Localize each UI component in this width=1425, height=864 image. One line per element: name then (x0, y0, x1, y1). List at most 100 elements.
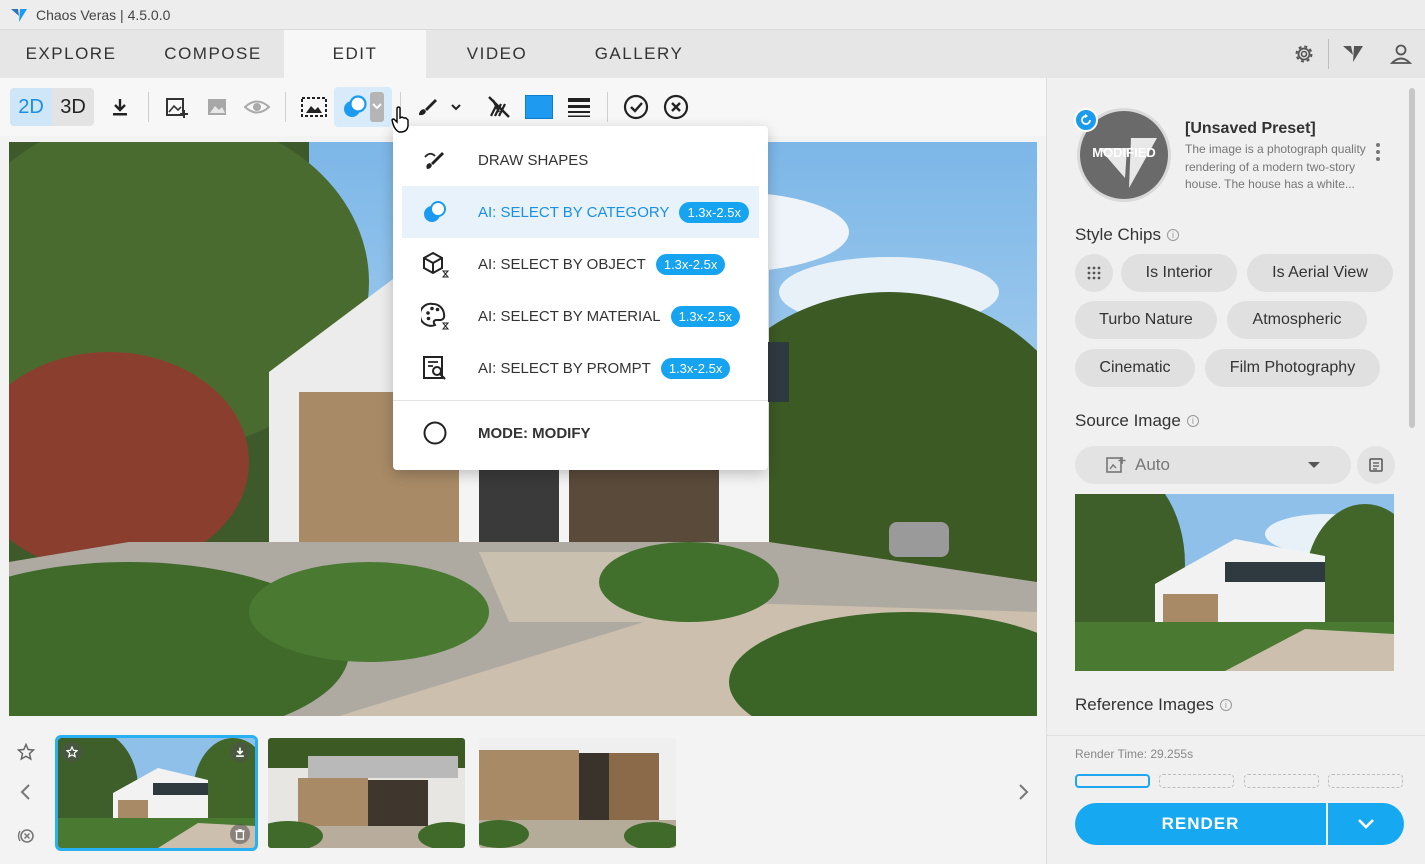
tab-gallery[interactable]: GALLERY (568, 30, 710, 78)
chips-grid-button[interactable] (1075, 254, 1113, 292)
download-button[interactable] (100, 87, 140, 127)
trash-icon (235, 829, 245, 840)
render-slot-3[interactable] (1244, 774, 1319, 788)
chevron-right-icon (1019, 784, 1029, 800)
user-icon (1390, 44, 1412, 64)
history-thumbnail-1[interactable] (55, 735, 258, 851)
eye-icon (244, 100, 270, 114)
select-region-button[interactable] (294, 87, 334, 127)
ai-select-category-icon (344, 95, 367, 117)
cancel-button[interactable] (656, 87, 696, 127)
stroke-width-button[interactable] (559, 87, 599, 127)
menu-item-mode-modify[interactable]: MODE: MODIFY (393, 407, 768, 459)
select-region-icon (301, 97, 327, 117)
previous-button[interactable] (14, 780, 38, 804)
cost-badge: 1.3x-2.5x (660, 357, 731, 379)
apply-button[interactable] (616, 87, 656, 127)
thumb-star-button[interactable] (62, 742, 82, 762)
title-bar: Chaos Veras | 4.5.0.0 (0, 0, 1425, 30)
add-image-icon (166, 98, 188, 118)
render-slot-1[interactable] (1075, 774, 1150, 788)
preset-refresh-button[interactable] (1074, 108, 1098, 132)
thumbnail-image (58, 738, 255, 848)
ai-select-dropdown: DRAW SHAPES AI: SELECT BY CATEGORY 1.3x-… (393, 126, 768, 470)
color-picker-button[interactable] (519, 87, 559, 127)
clear-brush-button[interactable] (479, 87, 519, 127)
chip-turbo-nature[interactable]: Turbo Nature (1075, 301, 1217, 339)
circle-icon (421, 419, 449, 447)
source-image-heading: Source Image i (1075, 411, 1199, 431)
mouse-cursor-icon (391, 106, 409, 133)
line-weight-icon (568, 98, 590, 117)
render-slot-4[interactable] (1328, 774, 1403, 788)
info-icon[interactable]: i (1166, 229, 1179, 241)
refresh-icon (1081, 113, 1091, 125)
image-button[interactable] (197, 87, 237, 127)
clear-history-button[interactable] (14, 824, 38, 848)
thumb-download-button[interactable] (230, 742, 250, 762)
download-icon (236, 747, 244, 757)
mode-label: MODE: MODIFY (478, 424, 591, 442)
chevron-down-icon[interactable] (370, 92, 384, 122)
thumbnail-image (268, 738, 465, 848)
thumb-delete-button[interactable] (230, 824, 250, 844)
menu-item-label: DRAW SHAPES (478, 151, 589, 169)
color-swatch (525, 95, 553, 119)
chevron-left-icon (20, 784, 30, 800)
menu-item-select-by-category[interactable]: AI: SELECT BY CATEGORY 1.3x-2.5x (402, 186, 759, 238)
menu-item-label: AI: SELECT BY MATERIAL (478, 307, 661, 325)
history-thumbnail-2[interactable] (268, 738, 465, 848)
menu-item-select-by-material[interactable]: AI: SELECT BY MATERIAL 1.3x-2.5x (393, 290, 768, 342)
render-options-button[interactable] (1328, 803, 1404, 845)
next-button[interactable] (1011, 780, 1035, 804)
gear-icon (1295, 45, 1313, 63)
favorite-button[interactable] (14, 740, 38, 764)
history-thumbnail-3[interactable] (479, 738, 676, 848)
ai-select-tool-button[interactable] (334, 87, 392, 127)
toolbar-divider (607, 92, 608, 122)
mode-2d-button[interactable]: 2D (10, 88, 52, 126)
brush-tool-button[interactable] (409, 87, 469, 127)
download-icon (113, 99, 127, 116)
visibility-button[interactable] (237, 87, 277, 127)
source-preview-image (1075, 494, 1394, 671)
toolbar-divider (148, 92, 149, 122)
account-button[interactable] (1377, 30, 1425, 78)
chip-cinematic[interactable]: Cinematic (1075, 349, 1195, 387)
settings-button[interactable] (1280, 30, 1328, 78)
veras-logo-icon (11, 8, 27, 22)
grid-icon (1087, 266, 1101, 280)
chip-film-photography[interactable]: Film Photography (1205, 349, 1380, 387)
add-image-icon (1106, 457, 1126, 473)
render-button[interactable]: RENDER (1075, 803, 1326, 845)
chevron-down-icon (451, 104, 461, 111)
tab-video[interactable]: VIDEO (426, 30, 568, 78)
style-chips-heading: Style Chips i (1075, 225, 1179, 245)
source-image-preview[interactable] (1075, 494, 1394, 671)
render-slot-2[interactable] (1159, 774, 1234, 788)
chip-is-aerial-view[interactable]: Is Aerial View (1247, 254, 1393, 292)
info-icon[interactable]: i (1219, 699, 1232, 711)
source-image-options-button[interactable] (1357, 446, 1395, 484)
veras-logo-icon (1343, 46, 1363, 62)
menu-item-select-by-prompt[interactable]: AI: SELECT BY PROMPT 1.3x-2.5x (393, 342, 768, 394)
mode-3d-button[interactable]: 3D (52, 88, 94, 126)
veras-menu-button[interactable] (1329, 30, 1377, 78)
star-icon (17, 743, 35, 761)
menu-item-draw-shapes[interactable]: DRAW SHAPES (393, 134, 768, 186)
chip-atmospheric[interactable]: Atmospheric (1227, 301, 1367, 339)
render-section: Render Time: 29.255s RENDER (1047, 735, 1425, 864)
prompt-search-icon (421, 354, 449, 382)
brush-off-icon (488, 96, 510, 118)
tab-explore[interactable]: EXPLORE (0, 30, 142, 78)
panel-scrollbar[interactable] (1409, 88, 1415, 428)
tab-edit[interactable]: EDIT (284, 30, 426, 78)
close-circle-icon (663, 94, 689, 120)
info-icon[interactable]: i (1186, 415, 1199, 427)
chip-is-interior[interactable]: Is Interior (1121, 254, 1237, 292)
more-options-icon[interactable] (1375, 142, 1381, 162)
add-image-button[interactable] (157, 87, 197, 127)
source-image-select[interactable]: Auto (1075, 446, 1351, 484)
tab-compose[interactable]: COMPOSE (142, 30, 284, 78)
menu-item-select-by-object[interactable]: AI: SELECT BY OBJECT 1.3x-2.5x (393, 238, 768, 290)
